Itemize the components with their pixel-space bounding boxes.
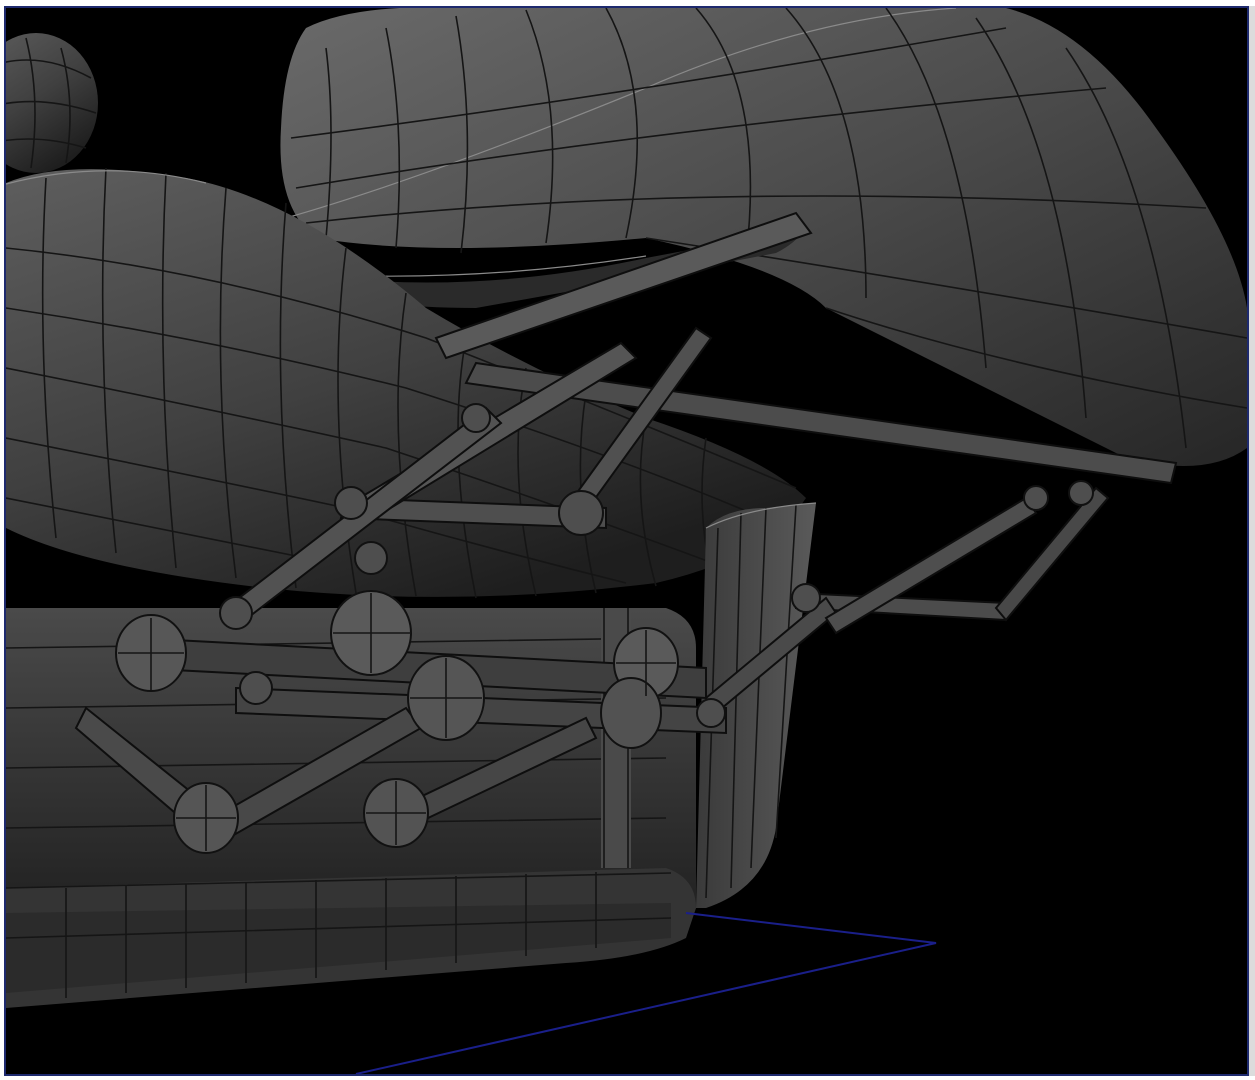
3d-viewport[interactable] [4, 6, 1249, 1076]
application-frame [0, 0, 1255, 1080]
wireframe-render [6, 8, 1247, 1074]
viewport-scroll-edge [1249, 6, 1255, 1076]
upper-left-dome [6, 33, 98, 173]
